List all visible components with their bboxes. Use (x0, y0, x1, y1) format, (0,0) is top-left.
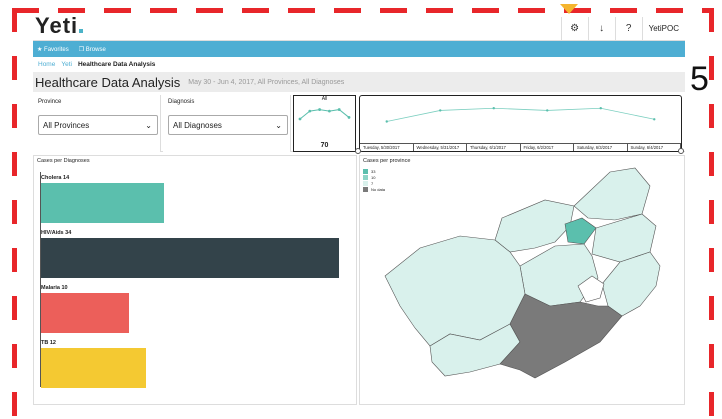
nav-bar: ★ Favorites ❐ Browse (33, 41, 685, 57)
province-map[interactable] (360, 156, 685, 406)
timeline-point (599, 107, 602, 110)
breadcrumb-current: Healthcare Data Analysis (77, 61, 156, 68)
diagnosis-select[interactable]: All Diagnoses ⌄ (168, 115, 288, 135)
timeline-date-label[interactable]: Friday, 6/2/2017 (521, 144, 574, 151)
mini-chart-point (298, 117, 302, 121)
bar-label: Cholera 14 (41, 175, 70, 181)
user-menu[interactable]: YetiPOC (641, 17, 685, 41)
mini-chart-point (328, 109, 331, 113)
diagnosis-label: Diagnosis (168, 99, 195, 105)
breadcrumb-yeti[interactable]: Yeti (61, 61, 72, 68)
bottom-panels: Cases per Diagnoses Cholera 14 HIV/Aids 3… (33, 155, 685, 405)
timeline-chart[interactable]: Tuesday, 5/30/2017 Wednesday, 5/31/2017 Th… (359, 95, 682, 152)
mini-chart-svg (298, 108, 351, 121)
page-title: Healthcare Data Analysis (35, 74, 181, 90)
nav-browse[interactable]: ❐ Browse (79, 46, 106, 53)
timeline-point (653, 118, 656, 121)
timeline-point (385, 120, 388, 123)
diagnoses-bar-panel: Cases per Diagnoses Cholera 14 HIV/Aids 3… (33, 155, 357, 405)
bar-chart-area: Cholera 14 HIV/Aids 34 Malaria 10 TB 12 (34, 156, 358, 406)
top-icons: ⚙ ↓ ? YetiPOC (560, 17, 685, 41)
province-select[interactable]: All Provinces ⌄ (38, 115, 158, 135)
help-icon[interactable]: ? (614, 17, 642, 41)
annotation-dash-left (12, 8, 17, 419)
mini-chart-label: All (321, 96, 328, 102)
gear-icon[interactable]: ⚙ (560, 17, 588, 41)
timeline-handle-right[interactable] (678, 148, 684, 154)
pointer-marker-icon (560, 4, 578, 14)
mini-trend-chart[interactable]: All 70 (293, 95, 356, 152)
page-subtitle: May 30 - Jun 4, 2017, All Provinces, All… (188, 78, 345, 86)
bar-label: Malaria 10 (41, 285, 68, 291)
timeline-point (439, 109, 442, 112)
breadcrumb: Home Yeti Healthcare Data Analysis (33, 57, 685, 72)
mini-chart-line (299, 109, 350, 120)
timeline-axis: Tuesday, 5/30/2017 Wednesday, 5/31/2017 Th… (360, 143, 681, 151)
mini-chart-point (308, 109, 312, 113)
logo[interactable]: Yeti (35, 17, 84, 38)
province-value: All Provinces (43, 120, 90, 130)
timeline-date-label[interactable]: Saturday, 6/3/2017 (574, 144, 628, 151)
map-province-northwest[interactable] (494, 199, 575, 253)
logo-text: Yeti (35, 17, 79, 38)
chevron-down-icon: ⌄ (145, 120, 152, 130)
step-number: 5 (690, 60, 709, 98)
timeline-point (492, 107, 495, 110)
timeline-date-label[interactable]: Thursday, 6/1/2017 (467, 144, 521, 151)
breadcrumb-home[interactable]: Home (38, 61, 55, 68)
bar-label: TB 12 (41, 340, 56, 346)
bar-hivaids[interactable] (41, 238, 339, 278)
province-filter: Province All Provinces ⌄ (33, 95, 161, 152)
map-province-kzn[interactable] (601, 251, 661, 317)
title-bar: Healthcare Data Analysis May 30 - Jun 4,… (33, 72, 685, 92)
nav-favorites[interactable]: ★ Favorites (37, 46, 69, 53)
bar-tb[interactable] (41, 348, 147, 388)
download-icon[interactable]: ↓ (587, 17, 615, 41)
bar-label: HIV/Aids 34 (41, 230, 72, 236)
annotation-dash-right (709, 8, 714, 419)
top-bar: Yeti ⚙ ↓ ? YetiPOC (33, 17, 685, 41)
chevron-down-icon: ⌄ (275, 120, 282, 130)
filter-row: Province All Provinces ⌄ Diagnosis All D… (33, 95, 685, 154)
bar-axis (40, 172, 41, 387)
annotation-dash-top (12, 8, 714, 13)
logo-dot (79, 28, 84, 33)
mini-chart-point (347, 116, 351, 119)
timeline-line (386, 107, 655, 122)
bar-malaria[interactable] (41, 293, 129, 333)
province-map-panel: Cases per province 33 10 7 No data (359, 155, 685, 405)
timeline-svg (385, 107, 656, 123)
mini-chart-point (318, 108, 321, 111)
diagnosis-filter: Diagnosis All Diagnoses ⌄ (163, 95, 291, 152)
timeline-point (546, 109, 549, 112)
bar-cholera[interactable] (41, 183, 164, 223)
mini-chart-point (337, 108, 341, 111)
timeline-handle-left[interactable] (355, 148, 361, 154)
mini-chart-total: 70 (320, 142, 329, 149)
timeline-date-label[interactable]: Tuesday, 5/30/2017 (360, 144, 414, 151)
timeline-date-label[interactable]: Wednesday, 5/31/2017 (414, 144, 467, 151)
province-label: Province (38, 99, 62, 105)
timeline-date-label[interactable]: Sunday, 6/4/2017 (628, 144, 681, 151)
diagnosis-value: All Diagnoses (173, 120, 222, 130)
app-window: Yeti ⚙ ↓ ? YetiPOC ★ Favorites ❐ Browse … (33, 17, 685, 412)
map-province-limpopo[interactable] (573, 167, 651, 221)
